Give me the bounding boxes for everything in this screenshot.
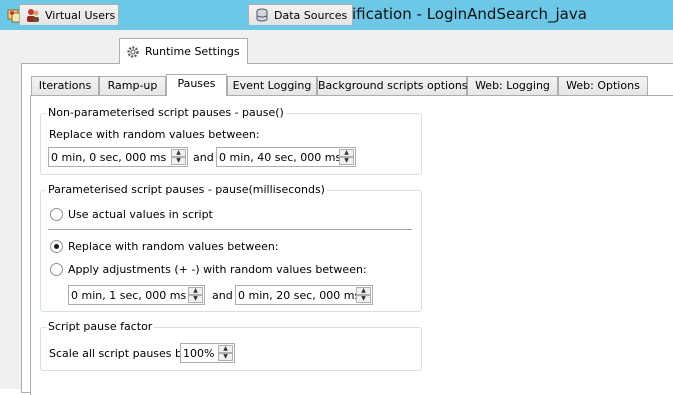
spinner-arrows[interactable]: ▲ ▼: [356, 287, 371, 303]
spin-down-icon[interactable]: ▼: [339, 157, 354, 165]
spin-up-icon[interactable]: ▲: [188, 287, 203, 295]
separator: [48, 229, 412, 230]
pause-factor-title: Script pause factor: [46, 320, 155, 333]
radio-replace-random-label[interactable]: Replace with random values between:: [68, 240, 279, 253]
spin-down-icon[interactable]: ▼: [188, 295, 203, 303]
tab-label: Background scripts options: [318, 79, 468, 92]
tab-label: Web: Options: [566, 79, 640, 92]
spin-down-icon[interactable]: ▼: [356, 295, 371, 303]
spin-up-icon[interactable]: ▲: [339, 149, 354, 157]
tab-label: Ramp-up: [107, 79, 158, 92]
radio-use-actual-label[interactable]: Use actual values in script: [68, 208, 213, 221]
tab-web-logging[interactable]: Web: Logging: [467, 76, 558, 95]
param-min-input[interactable]: [69, 286, 188, 304]
database-icon: [256, 8, 268, 22]
nonparam-caption: Replace with random values between:: [49, 128, 260, 141]
nonparam-min-input[interactable]: [49, 148, 171, 166]
tab-label: Runtime Settings: [145, 45, 240, 58]
spin-down-icon[interactable]: ▼: [218, 353, 233, 361]
tab-label: Iterations: [38, 79, 92, 92]
spinner-arrows[interactable]: ▲ ▼: [339, 149, 354, 165]
gear-icon: [127, 45, 139, 58]
nonparam-max-spinner[interactable]: ▲ ▼: [216, 147, 356, 167]
tab-label: Event Logging: [232, 79, 312, 92]
pause-factor-input[interactable]: [181, 344, 219, 362]
spin-up-icon[interactable]: ▲: [218, 345, 233, 353]
tab-runtime-settings[interactable]: Runtime Settings: [119, 38, 248, 64]
nonparam-and-label: and: [193, 151, 214, 164]
radio-apply-adjustments-label[interactable]: Apply adjustments (+ -) with random valu…: [68, 263, 367, 276]
radio-replace-random[interactable]: [50, 240, 63, 253]
spin-up-icon[interactable]: ▲: [356, 287, 371, 295]
tab-virtual-users[interactable]: Virtual Users: [19, 4, 119, 25]
pause-factor-caption: Scale all script pauses by:: [49, 347, 192, 360]
spin-down-icon[interactable]: ▼: [171, 157, 186, 165]
tab-background-scripts-options[interactable]: Background scripts options: [317, 76, 468, 95]
tab-label: Pauses: [177, 77, 216, 90]
tab-label: Data Sources: [274, 8, 348, 22]
nonparam-min-spinner[interactable]: ▲ ▼: [48, 147, 188, 167]
tab-ramp-up[interactable]: Ramp-up: [99, 76, 166, 95]
nonparam-group-title: Non-parameterised script pauses - pause(…: [46, 106, 286, 119]
param-max-input[interactable]: [236, 286, 356, 304]
tab-label: Web: Logging: [475, 79, 550, 92]
param-and-label: and: [212, 289, 233, 302]
pause-factor-spinner[interactable]: ▲ ▼: [180, 343, 235, 363]
spinner-arrows[interactable]: ▲ ▼: [171, 149, 186, 165]
param-group-title: Parameterised script pauses - pause(mill…: [46, 183, 327, 196]
tab-pauses[interactable]: Pauses: [166, 74, 227, 96]
tab-data-sources[interactable]: Data Sources: [248, 4, 353, 25]
users-icon: [27, 9, 39, 22]
param-max-spinner[interactable]: ▲ ▼: [235, 285, 373, 305]
spinner-arrows[interactable]: ▲ ▼: [218, 345, 233, 361]
tab-event-logging[interactable]: Event Logging: [227, 76, 317, 95]
nonparam-max-input[interactable]: [217, 148, 339, 166]
spinner-arrows[interactable]: ▲ ▼: [188, 287, 203, 303]
param-min-spinner[interactable]: ▲ ▼: [68, 285, 205, 305]
tab-label: Virtual Users: [45, 8, 116, 22]
tab-iterations[interactable]: Iterations: [31, 76, 99, 95]
spin-up-icon[interactable]: ▲: [171, 149, 186, 157]
tab-web-options[interactable]: Web: Options: [558, 76, 648, 95]
radio-use-actual[interactable]: [50, 208, 63, 221]
radio-apply-adjustments[interactable]: [50, 263, 63, 276]
